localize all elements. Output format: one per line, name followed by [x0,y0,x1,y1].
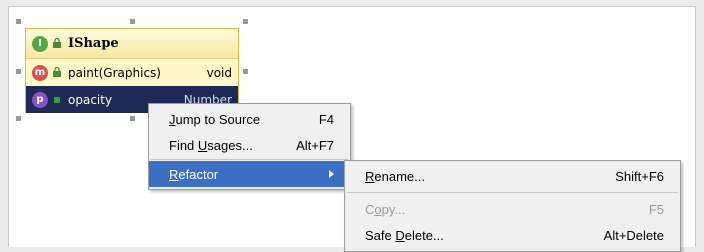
resize-handle[interactable] [243,69,248,74]
menu-item-jump-to-source[interactable]: Jump to Source F4 [149,106,350,132]
lock-icon [52,67,62,78]
property-icon: p [32,91,48,108]
shortcut: Alt+F7 [296,137,334,153]
method-icon: m [32,64,48,81]
menu-item-copy[interactable]: Copy... F5 [345,196,680,222]
submenu-arrow-icon [329,170,334,178]
shortcut: F5 [648,201,664,217]
public-icon [54,96,60,103]
menu-separator [347,192,678,193]
class-name: IShape [68,36,119,51]
shortcut: Shift+F6 [615,168,664,184]
menu-item-find-usages[interactable]: Find Usages... Alt+F7 [149,132,350,158]
menu-item-safe-delete[interactable]: Safe Delete... Alt+Delete [345,222,680,248]
shortcut: F4 [318,111,334,127]
shortcut: Alt+Delete [603,227,664,243]
context-menu[interactable]: Jump to Source F4 Find Usages... Alt+F7 … [148,103,351,190]
member-type: void [206,65,232,80]
resize-handle[interactable] [16,19,21,24]
menu-item-rename[interactable]: Rename... Shift+F6 [345,163,680,189]
member-name: paint(Graphics) [68,65,161,80]
resize-handle[interactable] [16,116,21,121]
class-header[interactable]: I IShape [26,29,238,59]
resize-handle[interactable] [16,69,21,74]
member-row[interactable]: m paint(Graphics) void [26,59,238,86]
menu-item-refactor[interactable]: Refactor [149,161,350,187]
resize-handle[interactable] [130,116,135,121]
menu-separator [151,159,348,160]
interface-icon: I [32,35,48,52]
resize-handle[interactable] [243,19,248,24]
refactor-submenu[interactable]: Rename... Shift+F6 Copy... F5 Safe Delet… [344,160,681,252]
lock-icon [52,38,62,49]
class-box[interactable]: I IShape m paint(Graphics) void p opacit… [25,28,239,113]
resize-handle[interactable] [130,19,135,24]
